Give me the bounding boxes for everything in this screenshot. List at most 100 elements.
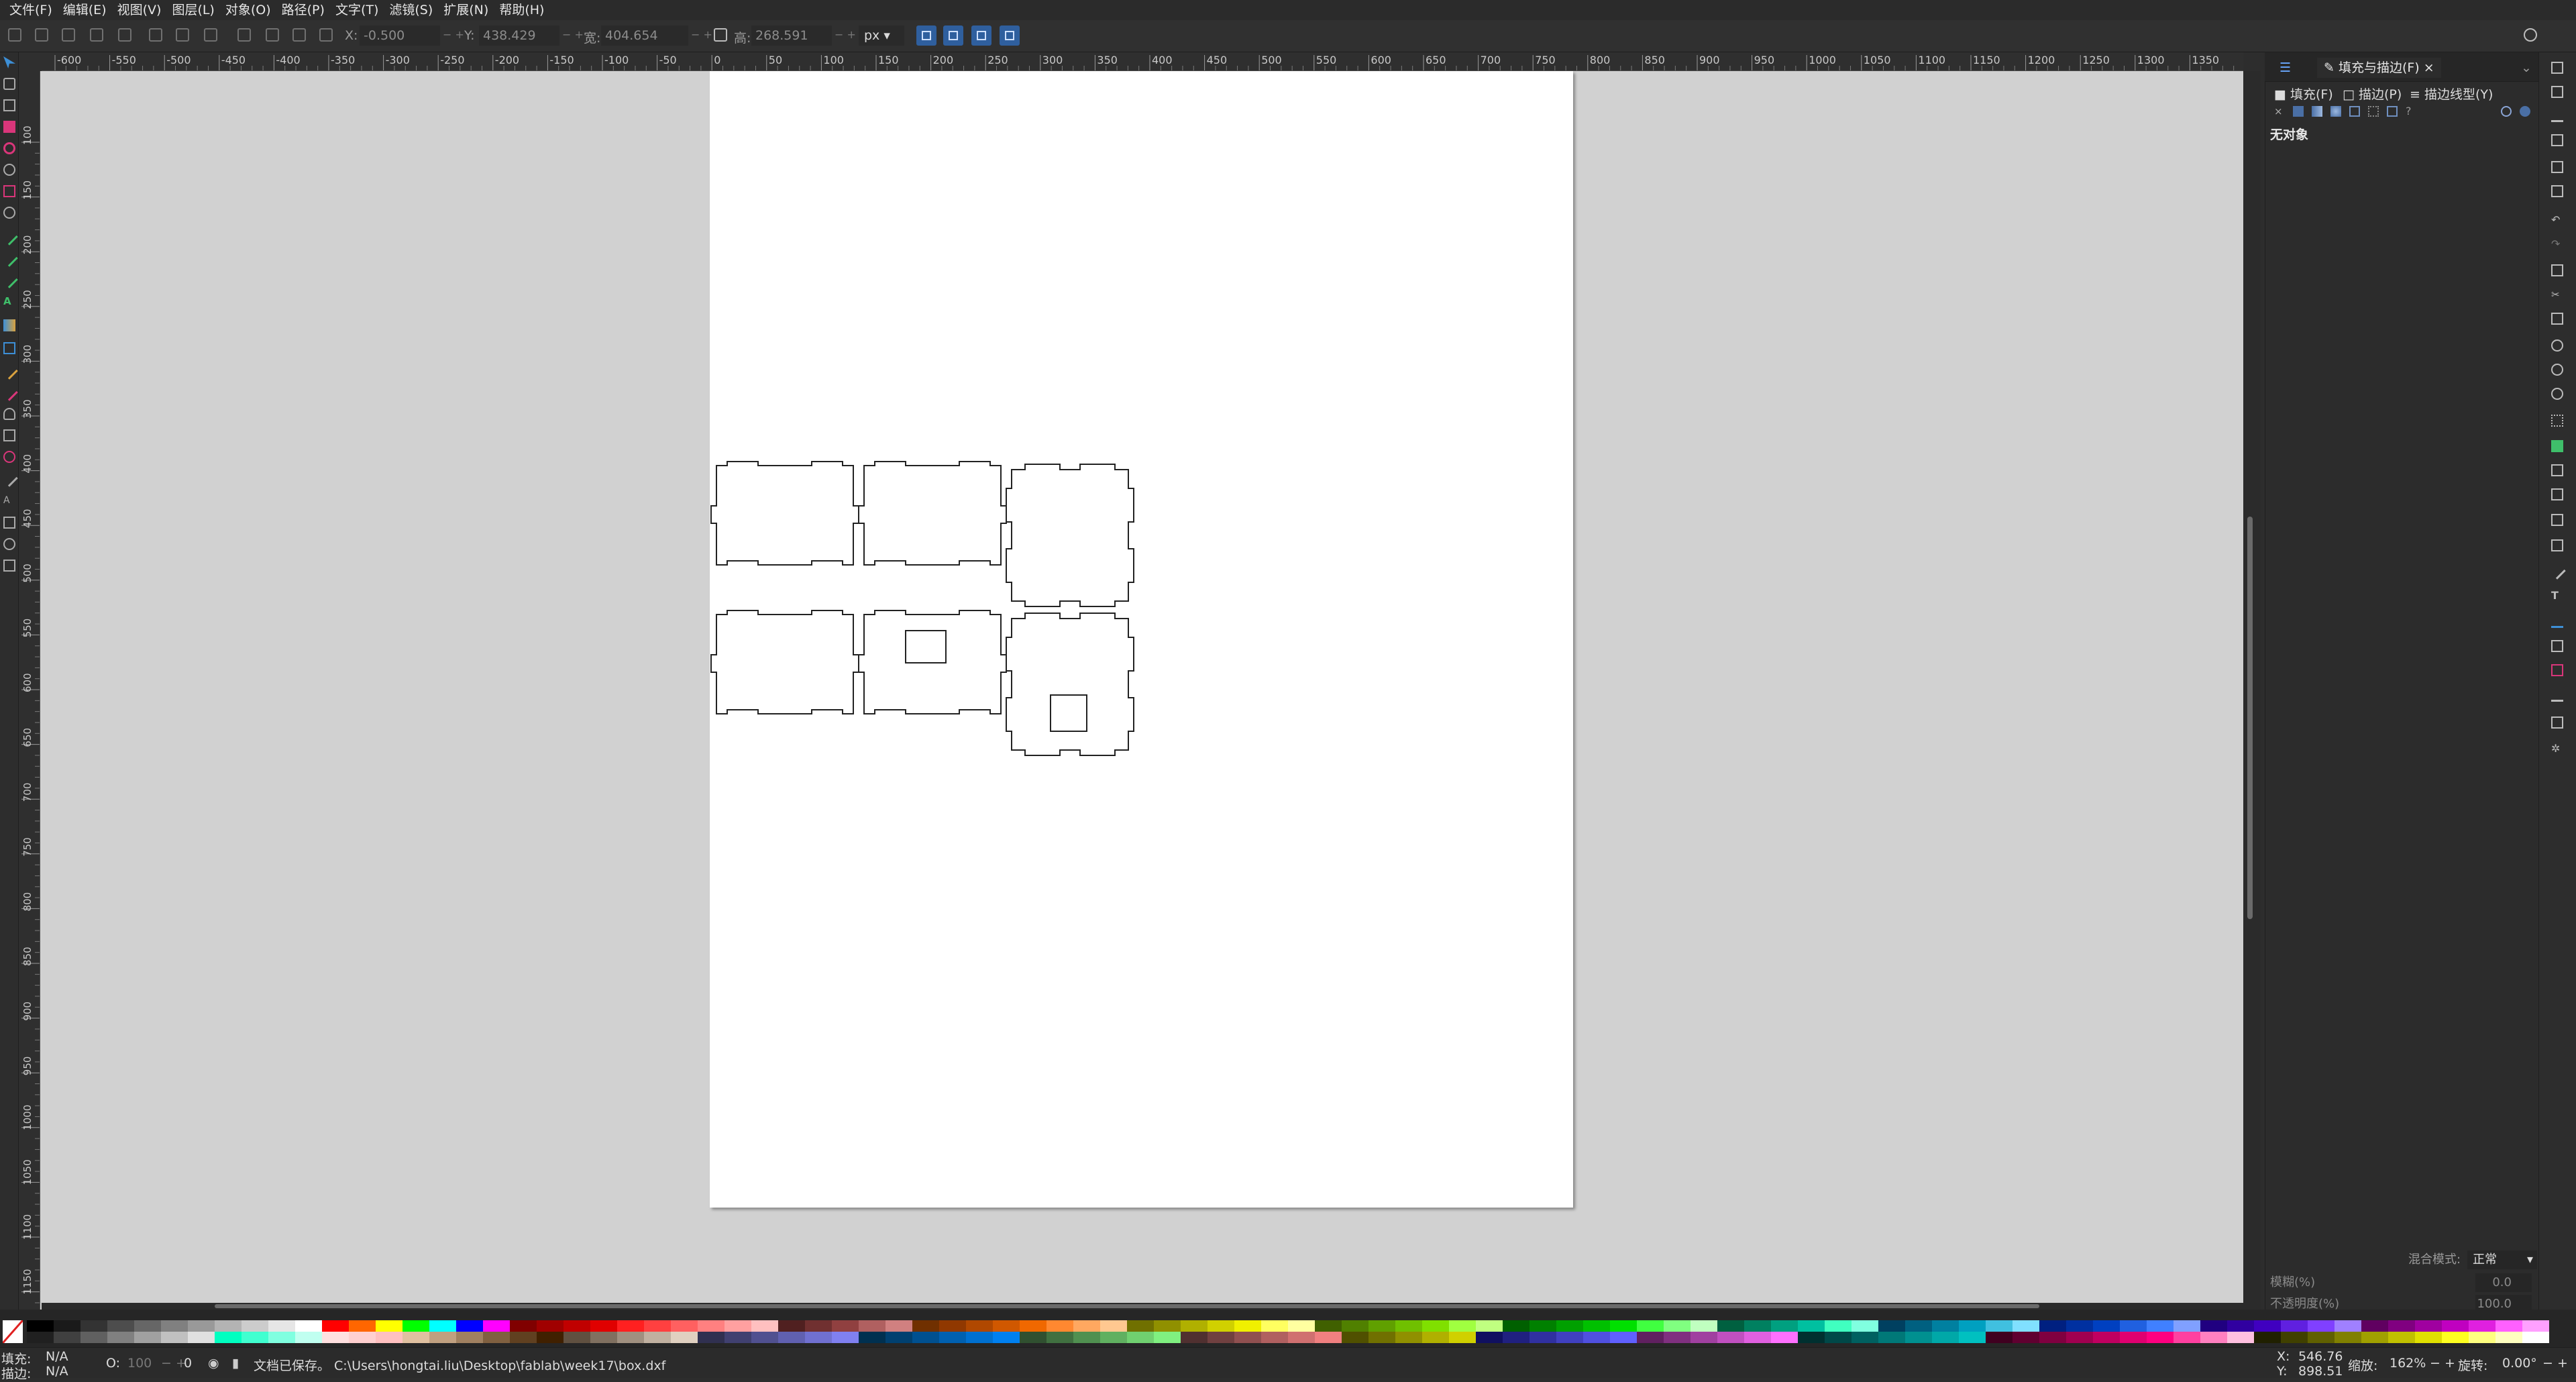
snap-options-icon[interactable] bbox=[2524, 28, 2537, 42]
color-swatch[interactable] bbox=[698, 1332, 724, 1343]
color-swatch[interactable] bbox=[1717, 1332, 1744, 1343]
horizontal-ruler[interactable]: -600 -550 -500 -450 -400 -350 -300 -250 -200 -150… bbox=[42, 52, 2243, 71]
color-swatch[interactable] bbox=[483, 1320, 510, 1332]
color-swatch[interactable] bbox=[1288, 1320, 1315, 1332]
color-swatch[interactable] bbox=[1932, 1320, 1959, 1332]
save-icon[interactable] bbox=[2551, 110, 2563, 122]
calligraphy-tool-icon[interactable] bbox=[1, 271, 18, 288]
color-swatch[interactable] bbox=[1851, 1320, 1878, 1332]
rotate-cw-icon[interactable] bbox=[118, 28, 131, 42]
color-swatch[interactable] bbox=[1610, 1320, 1637, 1332]
color-swatch[interactable] bbox=[1503, 1332, 1529, 1343]
document-properties-icon[interactable] bbox=[2551, 716, 2563, 729]
select-all-layers-icon[interactable] bbox=[35, 28, 48, 42]
color-swatch[interactable] bbox=[1529, 1320, 1556, 1332]
color-swatch[interactable] bbox=[2442, 1332, 2469, 1343]
stroke-indicator-value[interactable]: N/A bbox=[46, 1364, 68, 1379]
color-swatch[interactable] bbox=[349, 1332, 376, 1343]
spiral-tool-icon[interactable] bbox=[3, 207, 15, 219]
color-swatch[interactable] bbox=[2227, 1332, 2254, 1343]
fill-rule-nonzero-icon[interactable] bbox=[2520, 106, 2530, 117]
color-swatch[interactable] bbox=[1798, 1332, 1825, 1343]
blur-field[interactable]: 0.0 bbox=[2475, 1273, 2532, 1292]
duplicate-icon[interactable] bbox=[2551, 415, 2563, 427]
color-swatch[interactable] bbox=[2066, 1320, 2093, 1332]
raise-icon[interactable] bbox=[237, 28, 251, 42]
color-swatch[interactable] bbox=[564, 1320, 590, 1332]
3d-box-tool-icon[interactable] bbox=[3, 185, 15, 197]
color-swatch[interactable] bbox=[1744, 1320, 1771, 1332]
lpe-tool-icon[interactable] bbox=[1, 470, 18, 487]
mesh-gradient-icon[interactable] bbox=[2349, 106, 2360, 117]
color-swatch[interactable] bbox=[832, 1332, 859, 1343]
color-swatch[interactable] bbox=[268, 1332, 295, 1343]
end-panel-window-cutout[interactable] bbox=[1050, 694, 1087, 732]
color-swatch[interactable] bbox=[2469, 1332, 2496, 1343]
color-swatch[interactable] bbox=[54, 1332, 80, 1343]
color-swatch[interactable] bbox=[1583, 1320, 1610, 1332]
color-swatch[interactable] bbox=[1771, 1320, 1798, 1332]
color-swatch[interactable] bbox=[751, 1332, 778, 1343]
panel-window-cutout[interactable] bbox=[905, 630, 947, 663]
color-swatch[interactable] bbox=[1073, 1320, 1100, 1332]
menu-edit[interactable]: 编辑(E) bbox=[58, 0, 112, 20]
import-icon[interactable] bbox=[2551, 161, 2563, 173]
color-swatch[interactable] bbox=[80, 1332, 107, 1343]
color-swatch[interactable] bbox=[617, 1320, 644, 1332]
color-swatch[interactable] bbox=[617, 1332, 644, 1343]
color-swatch[interactable] bbox=[376, 1320, 402, 1332]
zoom-value[interactable]: 162% bbox=[2390, 1356, 2426, 1371]
color-swatch[interactable] bbox=[1181, 1320, 1208, 1332]
text-tool-icon[interactable]: A bbox=[3, 295, 15, 307]
color-swatch[interactable] bbox=[2361, 1332, 2388, 1343]
color-swatch[interactable] bbox=[322, 1320, 349, 1332]
color-swatch[interactable] bbox=[1476, 1332, 1503, 1343]
zoom-stepper[interactable]: − + bbox=[2430, 1356, 2455, 1371]
color-swatch[interactable] bbox=[1368, 1320, 1395, 1332]
color-swatch[interactable] bbox=[2415, 1320, 2442, 1332]
menu-view[interactable]: 视图(V) bbox=[112, 0, 167, 20]
height-stepper[interactable]: − + bbox=[835, 28, 856, 41]
color-swatch[interactable] bbox=[1261, 1320, 1288, 1332]
group-icon[interactable] bbox=[2551, 488, 2563, 500]
star-tool-icon[interactable] bbox=[3, 164, 15, 176]
menu-layer[interactable]: 图层(L) bbox=[166, 0, 219, 20]
height-field[interactable]: 268.591 bbox=[751, 25, 832, 46]
tab-fill-stroke[interactable]: ✎ 填充与描边(F) × bbox=[2317, 58, 2441, 78]
color-swatch[interactable] bbox=[1986, 1320, 2012, 1332]
color-swatch[interactable] bbox=[2093, 1320, 2120, 1332]
color-swatch[interactable] bbox=[2147, 1332, 2174, 1343]
color-swatch[interactable] bbox=[698, 1320, 724, 1332]
color-swatch[interactable] bbox=[1127, 1332, 1154, 1343]
color-swatch[interactable] bbox=[295, 1332, 322, 1343]
ungroup-icon[interactable] bbox=[2551, 514, 2563, 526]
eye-icon[interactable]: ◉ bbox=[208, 1356, 219, 1371]
color-swatch[interactable] bbox=[349, 1320, 376, 1332]
rotate-value[interactable]: 0.00° bbox=[2502, 1356, 2537, 1371]
bezier-tool-icon[interactable] bbox=[1, 228, 18, 246]
zoom-page-icon[interactable] bbox=[2551, 388, 2563, 400]
box-side-panel[interactable] bbox=[710, 461, 859, 566]
color-swatch[interactable] bbox=[1422, 1332, 1449, 1343]
color-swatch[interactable] bbox=[1932, 1332, 1959, 1343]
transform-patterns-toggle[interactable] bbox=[1000, 25, 1020, 46]
export-icon[interactable] bbox=[2551, 185, 2563, 197]
node-editor-icon[interactable] bbox=[2551, 539, 2563, 551]
color-swatch[interactable] bbox=[2415, 1332, 2442, 1343]
rotate-ccw-icon[interactable] bbox=[90, 28, 103, 42]
color-swatch[interactable] bbox=[1100, 1332, 1127, 1343]
undo-icon[interactable]: ↶ bbox=[2551, 213, 2563, 226]
color-swatch[interactable] bbox=[1771, 1332, 1798, 1343]
color-swatch[interactable] bbox=[2334, 1320, 2361, 1332]
color-swatch[interactable] bbox=[1610, 1332, 1637, 1343]
pages-tool-icon[interactable] bbox=[3, 517, 15, 529]
fill-indicator-value[interactable]: N/A bbox=[46, 1349, 68, 1364]
color-swatch[interactable] bbox=[268, 1320, 295, 1332]
color-swatch[interactable] bbox=[724, 1332, 751, 1343]
color-swatch[interactable] bbox=[1717, 1320, 1744, 1332]
pattern-icon[interactable] bbox=[2368, 106, 2379, 117]
color-swatch[interactable] bbox=[107, 1320, 134, 1332]
color-swatch[interactable] bbox=[134, 1320, 161, 1332]
fill-rule-evenodd-icon[interactable] bbox=[2501, 106, 2512, 117]
color-swatch[interactable] bbox=[1181, 1332, 1208, 1343]
